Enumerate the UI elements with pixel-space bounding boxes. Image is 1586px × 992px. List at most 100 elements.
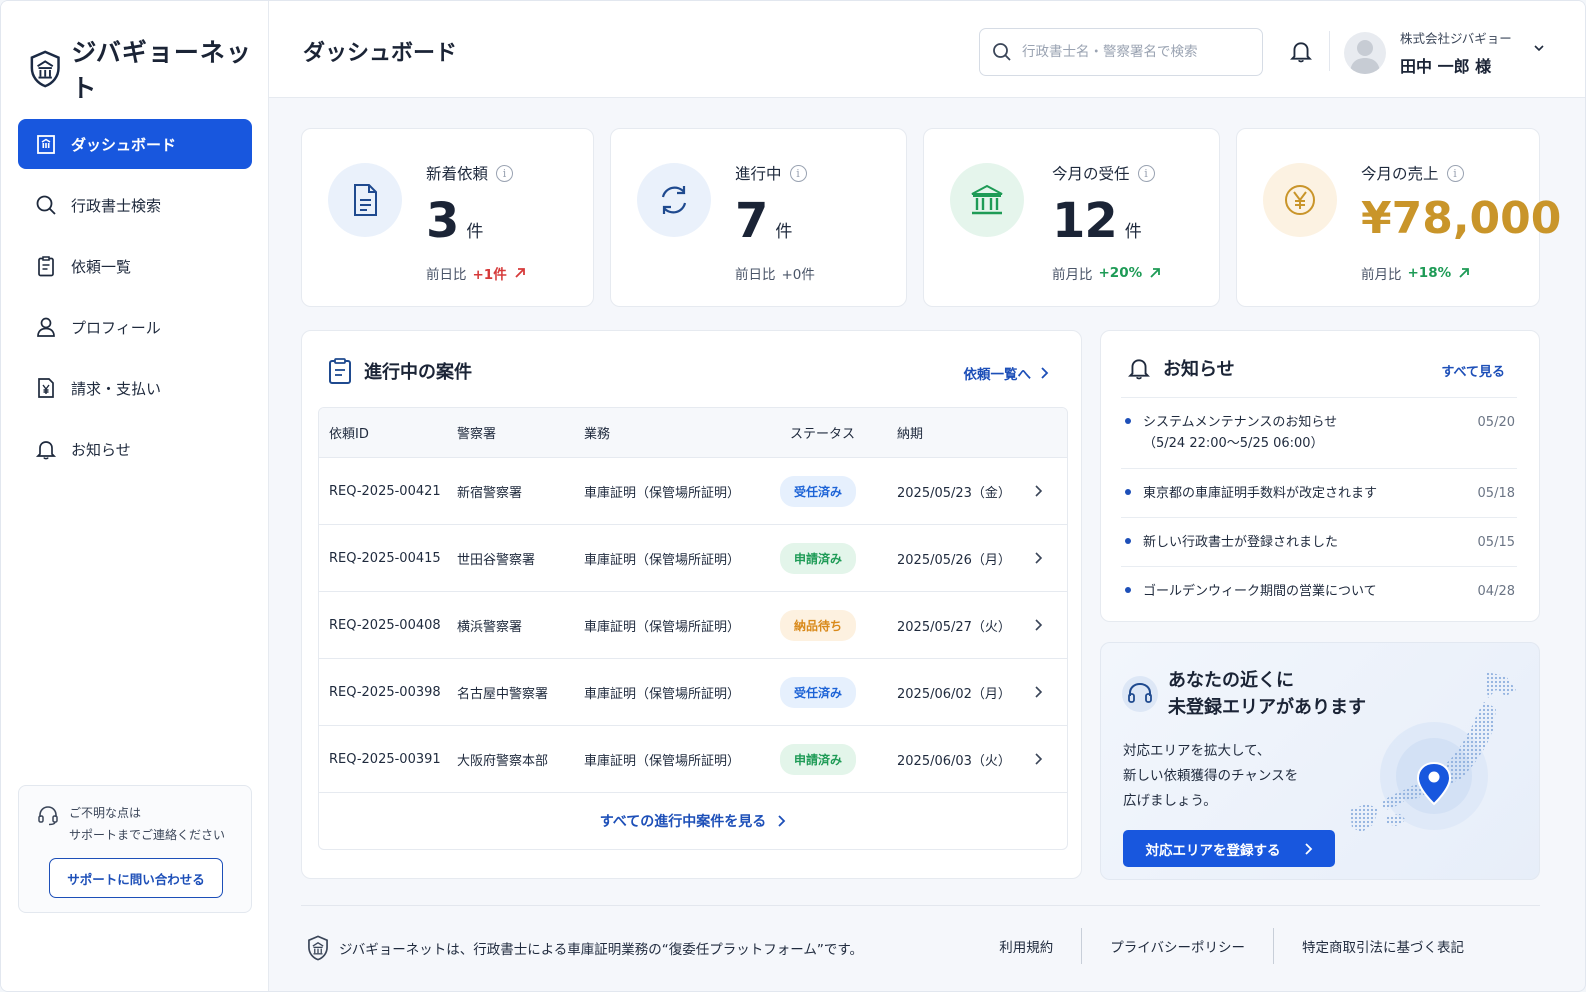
- chevron-right-icon: [1035, 753, 1043, 765]
- avatar: [1344, 31, 1386, 74]
- sidebar-item-requests[interactable]: 依頼一覧: [18, 241, 252, 291]
- compare-label: 前日比: [735, 267, 776, 283]
- info-icon[interactable]: i: [1446, 164, 1464, 182]
- list-item[interactable]: システムメンテナンスのお知らせ （5/24 22:00〜5/25 06:00） 0…: [1121, 397, 1517, 468]
- user-name: 田中 一郎 様: [1400, 57, 1492, 76]
- promo-body-line-2: 新しい依頼獲得のチャンスを: [1123, 768, 1299, 784]
- notice-subtext: （5/24 22:00〜5/25 06:00）: [1143, 436, 1324, 451]
- terms-link[interactable]: 利用規約: [971, 928, 1081, 964]
- table-header: 依頼ID 警察署 業務 ステータス 納期: [319, 408, 1067, 458]
- contact-support-button[interactable]: サポートに問い合わせる: [49, 858, 223, 898]
- promo-body-line-3: 広げましょう。: [1123, 793, 1217, 809]
- stat-card-monthly-sales: 今月の売上 i ¥78,000 前月比 +18%: [1236, 128, 1561, 307]
- user-company: 株式会社ジバギョー: [1400, 31, 1512, 46]
- info-icon[interactable]: i: [496, 164, 514, 182]
- list-item[interactable]: ゴールデンウィーク期間の営業について 04/28: [1121, 566, 1517, 610]
- status-badge: 受任済み: [780, 676, 857, 708]
- link-label: 依頼一覧へ: [963, 367, 1032, 383]
- cell-id: REQ-2025-00398: [329, 684, 441, 700]
- chevron-right-icon: [1304, 842, 1312, 855]
- commercial-law-link[interactable]: 特定商取引法に基づく表記: [1273, 928, 1492, 964]
- table-row[interactable]: REQ-2025-00415 世田谷警察署 車庫証明（保管場所証明） 申請済み …: [319, 525, 1067, 592]
- shield-logo-icon: [30, 50, 60, 88]
- col-header: 業務: [584, 427, 611, 442]
- promo-title-line-1: あなたの近くに: [1168, 670, 1294, 691]
- sidebar-item-label: 依頼一覧: [71, 257, 132, 276]
- cell-due: 2025/05/23（金）: [897, 485, 1011, 501]
- privacy-policy-link[interactable]: プライバシーポリシー: [1081, 928, 1273, 964]
- trend-up-arrow-icon: [1150, 268, 1161, 278]
- trend-up-arrow-icon: [1459, 268, 1470, 278]
- col-header: ステータス: [790, 427, 856, 442]
- search-box[interactable]: [979, 28, 1263, 76]
- register-area-button[interactable]: 対応エリアを登録する: [1123, 830, 1335, 867]
- stat-label: 新着依頼: [426, 165, 489, 183]
- sidebar-item-dashboard[interactable]: ダッシュボード: [18, 119, 252, 169]
- info-icon[interactable]: i: [789, 164, 807, 182]
- stat-icon-bg: [637, 163, 711, 237]
- stat-value: 3: [426, 193, 459, 249]
- stat-label: 進行中: [735, 165, 782, 183]
- user-menu[interactable]: 株式会社ジバギョー 田中 一郎 様: [1344, 28, 1546, 77]
- table-row[interactable]: REQ-2025-00398 名古屋中警察署 車庫証明（保管場所証明） 受任済み…: [319, 659, 1067, 726]
- stat-label: 今月の受任: [1052, 165, 1130, 183]
- search-input[interactable]: [1022, 44, 1252, 60]
- compare-label: 前日比: [426, 267, 467, 283]
- status-badge: 申請済み: [780, 743, 857, 775]
- cell-station: 名古屋中警察署: [457, 686, 549, 702]
- delta-value: +18%: [1407, 265, 1452, 281]
- page-footer: ジバギョーネットは、行政書士による車庫証明業務の“復委任プラットフォーム”です。…: [301, 905, 1540, 979]
- cell-station: 新宿警察署: [457, 485, 523, 501]
- notification-bell-icon[interactable]: [1289, 39, 1313, 63]
- stat-icon-bg: [1263, 163, 1337, 237]
- app-logo[interactable]: ジバギョーネット: [29, 33, 268, 105]
- cases-title: 進行中の案件: [364, 362, 472, 383]
- chevron-right-icon: [1035, 619, 1043, 631]
- chevron-right-icon: [1041, 367, 1049, 379]
- stat-label: 今月の売上: [1361, 165, 1439, 183]
- list-item[interactable]: 新しい行政書士が登録されました 05/15: [1121, 517, 1517, 566]
- list-item[interactable]: 東京都の車庫証明手数料が改定されます 05/18: [1121, 468, 1517, 517]
- stat-value: 7: [735, 193, 768, 249]
- page-title: ダッシュボード: [303, 41, 458, 66]
- notice-list: システムメンテナンスのお知らせ （5/24 22:00〜5/25 06:00） 0…: [1121, 397, 1517, 610]
- promo-body-line-1: 対応エリアを拡大して、: [1123, 743, 1271, 759]
- view-all-notices-link[interactable]: すべて見る: [1441, 361, 1505, 380]
- table-row[interactable]: REQ-2025-00421 新宿警察署 車庫証明（保管場所証明） 受任済み 2…: [319, 458, 1067, 525]
- stat-card-monthly-accepted: 今月の受任 i 12 件 前月比 +20%: [923, 128, 1220, 307]
- cell-id: REQ-2025-00415: [329, 550, 441, 566]
- chevron-right-icon: [1035, 552, 1043, 564]
- notices-title: お知らせ: [1163, 359, 1235, 380]
- document-icon: [354, 184, 377, 216]
- notice-text: 東京都の車庫証明手数料が改定されます: [1143, 486, 1378, 501]
- to-requests-link[interactable]: 依頼一覧へ: [964, 363, 1050, 383]
- notice-text: 新しい行政書士が登録されました: [1143, 535, 1339, 550]
- sidebar-item-profile[interactable]: プロフィール: [18, 302, 252, 352]
- bullet-dot: [1125, 418, 1131, 424]
- compare-label: 前月比: [1361, 267, 1402, 283]
- sidebar-item-label: 請求・支払い: [71, 379, 162, 398]
- table-row[interactable]: REQ-2025-00408 横浜警察署 車庫証明（保管場所証明） 納品待ち 2…: [319, 592, 1067, 659]
- footer-tagline: ジバギョーネットは、行政書士による車庫証明業務の“復委任プラットフォーム”です。: [339, 942, 864, 958]
- promo-title-line-2: 未登録エリアがあります: [1168, 697, 1366, 718]
- notice-date: 05/18: [1477, 486, 1515, 501]
- stat-unit: 件: [775, 222, 793, 242]
- sidebar-item-billing[interactable]: 請求・支払い: [18, 363, 252, 413]
- shield-logo-icon: [308, 935, 328, 961]
- bank-icon: [971, 184, 1003, 215]
- cell-id: REQ-2025-00391: [329, 751, 441, 767]
- stat-unit: 件: [466, 222, 484, 242]
- cell-task: 車庫証明（保管場所証明）: [584, 753, 741, 769]
- table-row[interactable]: REQ-2025-00391 大阪府警察本部 車庫証明（保管場所証明） 申請済み…: [319, 726, 1067, 793]
- view-all-cases-link[interactable]: すべての進行中案件を見る: [600, 811, 786, 831]
- chevron-down-icon: [1534, 44, 1544, 51]
- building-icon: [37, 135, 55, 154]
- headset-icon: [1122, 676, 1158, 712]
- sidebar-item-notices[interactable]: お知らせ: [18, 424, 252, 474]
- sidebar-item-label: ダッシュボード: [71, 135, 177, 154]
- bell-icon: [1128, 359, 1150, 380]
- sidebar-item-search[interactable]: 行政書士検索: [18, 180, 252, 230]
- info-icon[interactable]: i: [1137, 164, 1155, 182]
- stat-value: ¥78,000: [1361, 193, 1562, 244]
- cell-task: 車庫証明（保管場所証明）: [584, 485, 741, 501]
